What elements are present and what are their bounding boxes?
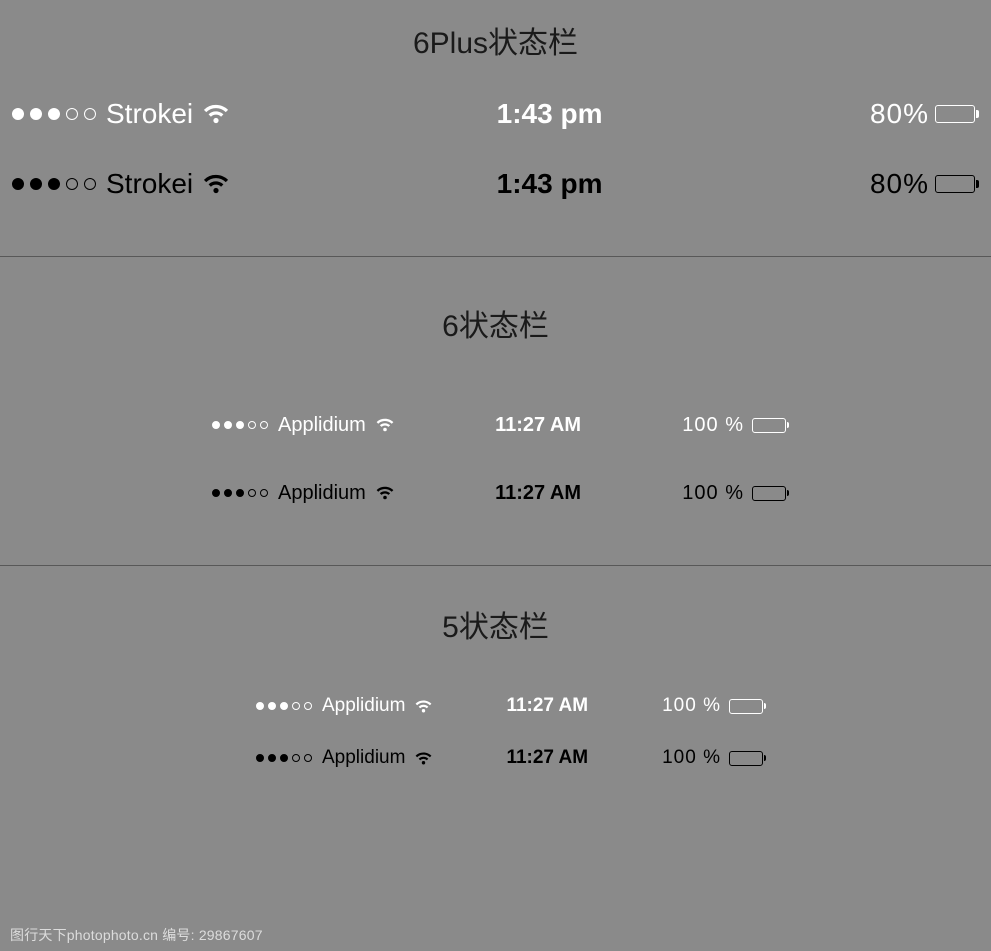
status-bar-6-light: Applidium 11:27 AM 100 %: [0, 405, 991, 445]
section-title-6: 6状态栏: [0, 271, 991, 405]
battery-icon: [935, 175, 979, 193]
status-bar-6plus-dark: Strokei 1:43 pm 80%: [0, 160, 991, 208]
section-5: 5状态栏 Applidium 11:27 AM 100 % Applidium: [0, 566, 991, 776]
status-bar-5-dark: Applidium 11:27 AM 100 %: [0, 740, 991, 776]
section-title-6plus: 6Plus状态栏: [0, 0, 991, 90]
carrier-label: Applidium: [322, 747, 405, 769]
carrier-label: Applidium: [322, 695, 405, 717]
battery-icon: [729, 699, 766, 714]
section-6plus: 6Plus状态栏 Strokei 1:43 pm 80% Strokei: [0, 0, 991, 256]
status-left: Applidium: [212, 482, 394, 505]
section-6: 6状态栏 Applidium 11:27 AM 100 % Applidium: [0, 257, 991, 565]
status-bar-6-dark: Applidium 11:27 AM 100 %: [0, 473, 991, 513]
battery-percent-label: 100 %: [682, 482, 744, 505]
status-right: 100 %: [662, 695, 766, 717]
signal-strength-icon: [212, 489, 268, 497]
status-right: 80%: [870, 98, 979, 130]
watermark-label: 图行天下photophoto.cn 编号: 29867607: [10, 925, 263, 945]
wifi-icon: [376, 486, 394, 500]
signal-strength-icon: [256, 702, 312, 710]
battery-icon: [752, 418, 789, 433]
carrier-label: Strokei: [106, 98, 193, 130]
status-bar-6plus-light: Strokei 1:43 pm 80%: [0, 90, 991, 138]
status-left: Applidium: [256, 747, 432, 769]
clock-label: 11:27 AM: [495, 482, 581, 505]
status-bar-5-light: Applidium 11:27 AM 100 %: [0, 688, 991, 724]
clock-label: 1:43 pm: [497, 168, 603, 200]
status-right: 100 %: [682, 414, 789, 437]
battery-icon: [752, 486, 789, 501]
status-left: Applidium: [256, 695, 432, 717]
section-title-5: 5状态栏: [0, 566, 991, 688]
clock-label: 11:27 AM: [495, 414, 581, 437]
status-right: 100 %: [662, 747, 766, 769]
battery-percent-label: 80%: [870, 168, 929, 200]
wifi-icon: [376, 418, 394, 432]
clock-label: 11:27 AM: [506, 747, 588, 769]
carrier-label: Applidium: [278, 482, 366, 505]
status-right: 80%: [870, 168, 979, 200]
status-left: Applidium: [212, 414, 394, 437]
battery-percent-label: 80%: [870, 98, 929, 130]
signal-strength-icon: [12, 108, 96, 120]
status-left: Strokei: [12, 168, 229, 200]
battery-percent-label: 100 %: [662, 747, 721, 769]
carrier-label: Strokei: [106, 168, 193, 200]
battery-percent-label: 100 %: [682, 414, 744, 437]
signal-strength-icon: [212, 421, 268, 429]
battery-icon: [729, 751, 766, 766]
clock-label: 1:43 pm: [497, 98, 603, 130]
carrier-label: Applidium: [278, 414, 366, 437]
wifi-icon: [203, 104, 229, 124]
wifi-icon: [203, 174, 229, 194]
wifi-icon: [415, 700, 432, 713]
battery-percent-label: 100 %: [662, 695, 721, 717]
status-left: Strokei: [12, 98, 229, 130]
wifi-icon: [415, 752, 432, 765]
battery-icon: [935, 105, 979, 123]
signal-strength-icon: [12, 178, 96, 190]
status-right: 100 %: [682, 482, 789, 505]
clock-label: 11:27 AM: [506, 695, 588, 717]
signal-strength-icon: [256, 754, 312, 762]
